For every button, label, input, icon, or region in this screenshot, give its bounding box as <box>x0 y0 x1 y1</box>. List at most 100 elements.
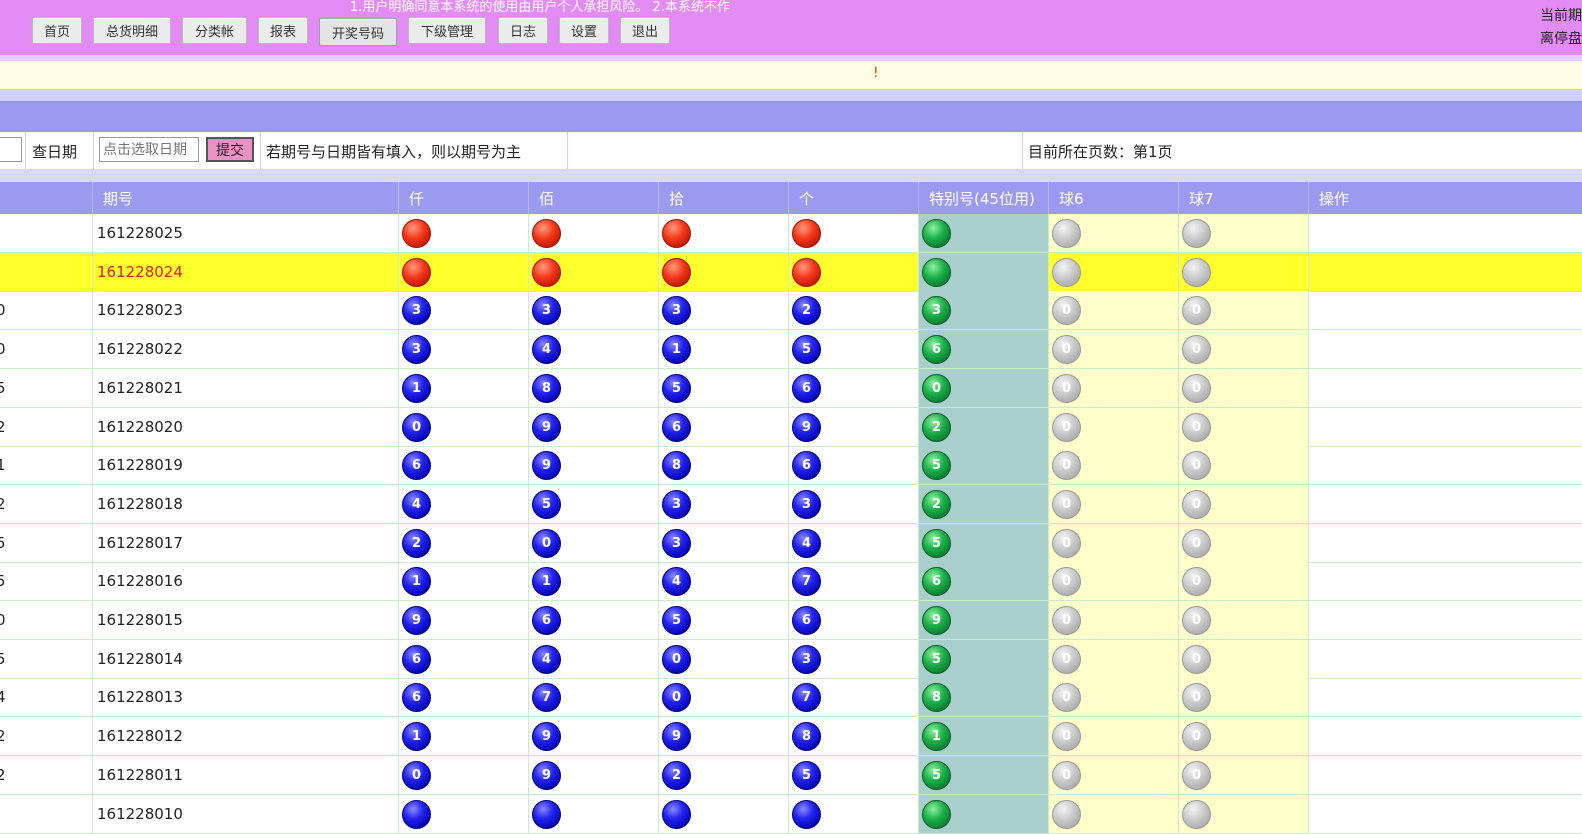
period-number: 161228021 <box>97 379 183 397</box>
period-input[interactable] <box>0 137 22 162</box>
ball7: 0 <box>1182 296 1211 325</box>
digit-ball: 6 <box>402 451 431 480</box>
header-tens: 拾 <box>658 182 788 214</box>
digit-ball <box>792 800 821 829</box>
period-number: 161228017 <box>97 534 183 552</box>
nav-settings-button[interactable]: 设置 <box>559 17 609 44</box>
period-number: 161228018 <box>97 495 183 513</box>
ball6 <box>1052 219 1081 248</box>
digit-ball: 9 <box>402 606 431 635</box>
digit-ball: 3 <box>662 490 691 519</box>
row-amount: 0 <box>0 340 6 358</box>
header-special: 特别号(45位用) <box>918 182 1048 214</box>
special-ball: 5 <box>922 761 951 790</box>
digit-ball <box>792 219 821 248</box>
nav-subordinate-button[interactable]: 下级管理 <box>408 17 486 44</box>
digit-ball: 4 <box>532 645 561 674</box>
row-amount: 1 <box>0 456 6 474</box>
digit-ball <box>662 258 691 287</box>
period-number: 161228019 <box>97 456 183 474</box>
header-period: 期号 <box>92 182 398 214</box>
digit-ball: 1 <box>402 374 431 403</box>
digit-ball: 5 <box>662 606 691 635</box>
ball7 <box>1182 258 1211 287</box>
period-number: 161228020 <box>97 418 183 436</box>
nav-report-button[interactable]: 报表 <box>258 17 308 44</box>
nav-home-button[interactable]: 首页 <box>32 17 82 44</box>
digit-ball: 7 <box>792 683 821 712</box>
nav-logout-button[interactable]: 退出 <box>620 17 670 44</box>
digit-ball: 1 <box>532 567 561 596</box>
period-number: 161228013 <box>97 688 183 706</box>
ball6: 0 <box>1052 335 1081 364</box>
digit-ball: 5 <box>792 335 821 364</box>
current-period-label: 当前期 <box>1540 8 1582 24</box>
period-number: 161228022 <box>97 340 183 358</box>
table-row: 161228024 <box>0 253 1582 292</box>
special-ball: 0 <box>922 374 951 403</box>
ball6: 0 <box>1052 451 1081 480</box>
ball7: 0 <box>1182 606 1211 635</box>
ball6: 0 <box>1052 413 1081 442</box>
digit-ball: 0 <box>402 413 431 442</box>
special-ball: 6 <box>922 335 951 364</box>
notice-mark: ! <box>873 65 879 81</box>
digit-ball: 4 <box>532 335 561 364</box>
digit-ball: 3 <box>532 296 561 325</box>
ball6: 0 <box>1052 645 1081 674</box>
digit-ball: 1 <box>402 567 431 596</box>
digit-ball: 3 <box>792 645 821 674</box>
ball7: 0 <box>1182 374 1211 403</box>
row-amount: 5 <box>0 650 6 668</box>
submit-button[interactable]: 提交 <box>206 137 254 162</box>
ball7: 0 <box>1182 683 1211 712</box>
digit-ball: 9 <box>662 722 691 751</box>
special-ball: 5 <box>922 529 951 558</box>
row-amount: 0 <box>0 301 6 319</box>
digit-ball: 9 <box>792 413 821 442</box>
header-action: 操作 <box>1308 182 1582 214</box>
ball7: 0 <box>1182 722 1211 751</box>
ball7: 0 <box>1182 761 1211 790</box>
ball7 <box>1182 219 1211 248</box>
ball7: 0 <box>1182 413 1211 442</box>
ball6: 0 <box>1052 567 1081 596</box>
digit-ball: 1 <box>402 722 431 751</box>
digit-ball: 8 <box>792 722 821 751</box>
special-ball: 8 <box>922 683 951 712</box>
page-info: 目前所在页数：第1页 <box>1028 143 1173 161</box>
table-row: 0 161228015 9 6 5 6 9 0 0 <box>0 601 1582 640</box>
row-amount: 2 <box>0 495 6 513</box>
header-units: 个 <box>788 182 918 214</box>
digit-ball: 1 <box>662 335 691 364</box>
nav-log-button[interactable]: 日志 <box>498 17 548 44</box>
ball7: 0 <box>1182 645 1211 674</box>
ball6: 0 <box>1052 761 1081 790</box>
nav-draw-numbers-button[interactable]: 开奖号码 <box>319 18 397 46</box>
row-amount: 2 <box>0 727 6 745</box>
digit-ball: 2 <box>792 296 821 325</box>
row-amount: 2 <box>0 418 6 436</box>
digit-ball: 5 <box>532 490 561 519</box>
digit-ball: 7 <box>792 567 821 596</box>
special-ball: 1 <box>922 722 951 751</box>
header-ball7: 球7 <box>1178 182 1308 214</box>
digit-ball: 9 <box>532 451 561 480</box>
digit-ball: 3 <box>662 529 691 558</box>
digit-ball: 8 <box>662 451 691 480</box>
special-ball: 3 <box>922 296 951 325</box>
table-row: 5 161228016 1 1 4 7 6 0 0 <box>0 562 1582 601</box>
table-row: 161228010 <box>0 795 1582 834</box>
special-ball: 5 <box>922 645 951 674</box>
date-input[interactable] <box>99 137 199 162</box>
filter-hint: 若期号与日期皆有填入，则以期号为主 <box>266 143 522 161</box>
nav-total-detail-button[interactable]: 总货明细 <box>93 17 171 44</box>
table-row: 1 161228019 6 9 8 6 5 0 0 <box>0 446 1582 485</box>
table-row: 0 161228022 3 4 1 5 6 0 0 <box>0 330 1582 369</box>
notice-bar: ! <box>0 61 1582 89</box>
row-amount: 0 <box>0 611 6 629</box>
digit-ball: 6 <box>792 451 821 480</box>
nav-category-ledger-button[interactable]: 分类帐 <box>182 17 247 44</box>
digit-ball: 3 <box>792 490 821 519</box>
digit-ball: 0 <box>532 529 561 558</box>
